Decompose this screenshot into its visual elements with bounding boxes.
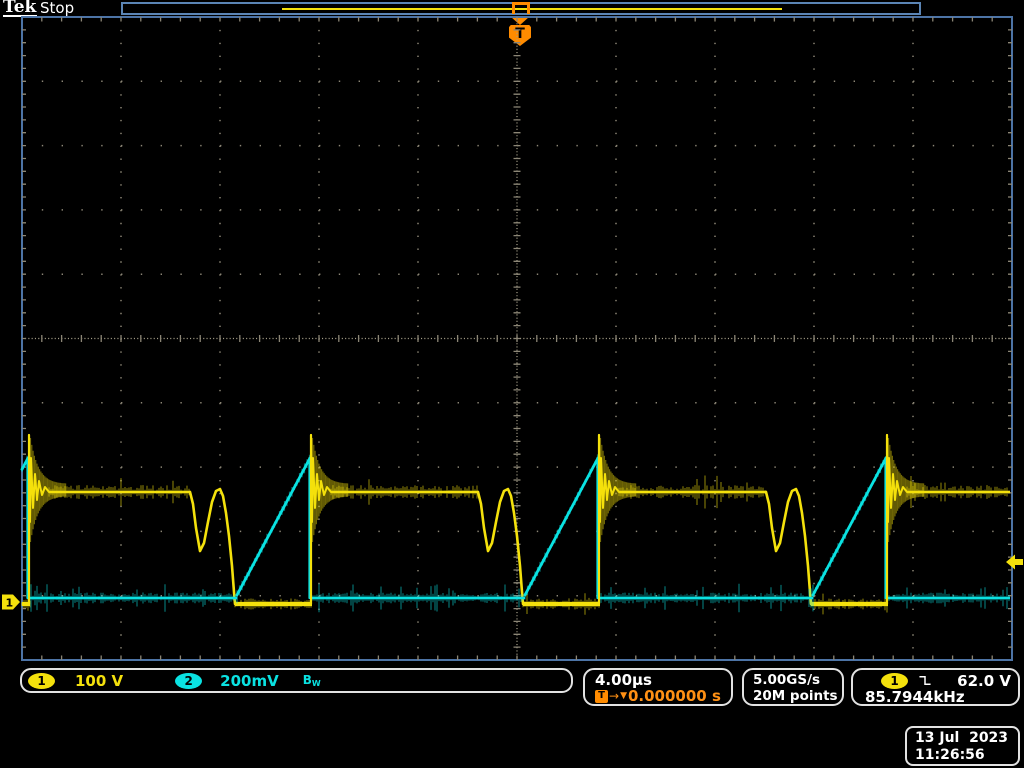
acquisition-status: Stop [40, 0, 74, 17]
ch2-bandwidth-limit-icon: BW [303, 673, 321, 688]
timebase-scale: 4.00µs [595, 672, 731, 688]
sample-rate: 5.00GS/s [753, 672, 842, 688]
trigger-position-caret-icon[interactable] [511, 17, 529, 25]
trigger-delay-readout: T → ▼ 0.000000 s [595, 688, 731, 704]
ch1-ground-marker[interactable]: 1 [2, 595, 20, 610]
record-window-line [282, 8, 782, 10]
ch1-trace [22, 476, 1010, 615]
waveform-display: 1 [0, 0, 1024, 768]
svg-text:1: 1 [6, 597, 14, 610]
trigger-t-icon: T [595, 690, 608, 703]
trigger-position-badge[interactable]: T [509, 25, 531, 46]
trigger-badge-label: T [515, 26, 525, 42]
trigger-source-badge[interactable]: 1 [881, 673, 908, 689]
timebase-readout-box[interactable]: 4.00µs T → ▼ 0.000000 s [583, 668, 733, 706]
falling-edge-icon [918, 674, 932, 687]
channel-readout-box[interactable]: 1 100 V 2 200mV BW [20, 668, 573, 693]
graticule [22, 17, 1012, 660]
ch1-trace-spikes [29, 435, 924, 604]
ch2-trace [22, 454, 1010, 612]
tek-logo: Tek [3, 0, 37, 17]
trigger-level-arrow[interactable] [1006, 555, 1023, 570]
trigger-readout-box[interactable]: 1 62.0 V 85.7944kHz [851, 668, 1020, 706]
ch1-badge[interactable]: 1 [28, 673, 55, 689]
ch1-scale: 100 V [75, 672, 123, 690]
trigger-frequency: 85.7944kHz [865, 689, 1018, 706]
record-length: 20M points [753, 688, 842, 704]
ch2-badge[interactable]: 2 [175, 673, 202, 689]
datetime-box: 13 Jul 2023 11:26:56 [905, 726, 1020, 766]
oscilloscope-screen: Tek Stop T 1 1 100 V 2 200mV BW 4.00µs T… [0, 0, 1024, 768]
time-label: 11:26:56 [915, 747, 1018, 764]
trigger-position-bracket-icon[interactable] [512, 2, 530, 14]
ch2-scale: 200mV [220, 672, 279, 690]
arrow-right-icon: → [609, 688, 619, 704]
acquisition-readout-box[interactable]: 5.00GS/s 20M points [742, 668, 844, 706]
caret-down-icon: ▼ [620, 688, 627, 704]
trigger-delay-value: 0.000000 s [628, 688, 721, 704]
trigger-level-value: 62.0 V [957, 672, 1011, 690]
date-label: 13 Jul 2023 [915, 730, 1018, 747]
